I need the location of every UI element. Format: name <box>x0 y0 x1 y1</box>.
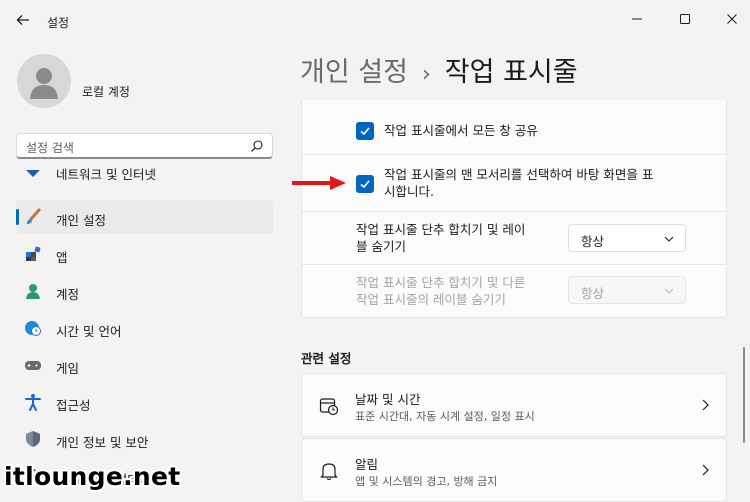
sidebar-item-label: 게임 <box>56 361 80 376</box>
search-box[interactable]: 설정 검색 <box>16 133 273 159</box>
setting-row-combine-buttons: 작업 표시줄 단추 합치기 및 레이 블 숨기기 항상 <box>302 212 727 265</box>
setting-row-share-window[interactable]: 작업 표시줄에서 모든 창 공유 <box>302 108 727 155</box>
taskbar-behaviors-card: 작업 표시줄에서 모든 창 공유 작업 표시줄의 맨 모서리를 선택하여 바탕 … <box>301 100 727 318</box>
close-icon <box>727 14 737 24</box>
dropdown-value: 항상 <box>581 234 605 249</box>
search-icon[interactable] <box>250 139 264 153</box>
sidebar-item-time-language[interactable]: 시간 및 언어 <box>16 311 273 345</box>
related-item-title: 알림 <box>355 457 379 472</box>
calendar-clock-icon <box>319 398 339 416</box>
annotation-arrow-icon <box>292 176 346 190</box>
corner-desktop-label-line1: 작업 표시줄의 맨 모서리를 선택하여 바탕 화면을 표 <box>384 167 654 182</box>
sidebar-item-label: 시간 및 언어 <box>56 324 122 339</box>
share-window-checkbox[interactable] <box>356 122 374 140</box>
sidebar-item-apps[interactable]: 앱 <box>16 237 273 271</box>
chevron-down-icon <box>664 288 674 294</box>
checkmark-icon <box>360 180 370 189</box>
user-icon <box>30 68 58 99</box>
apps-icon <box>26 246 41 261</box>
sidebar-item-label: 개인 설정 <box>56 213 106 228</box>
checkmark-icon <box>360 127 370 136</box>
sidebar-item-gaming[interactable]: 게임 <box>16 348 273 382</box>
sidebar-item-accessibility[interactable]: 접근성 <box>16 385 273 419</box>
related-settings-title: 관련 설정 <box>301 351 352 366</box>
combine-buttons-label-line1: 작업 표시줄 단추 합치기 및 레이 <box>356 222 526 237</box>
setting-row-corner-desktop[interactable]: 작업 표시줄의 맨 모서리를 선택하여 바탕 화면을 표 시합니다. <box>302 155 727 212</box>
sidebar-item-personalization[interactable]: 개인 설정 <box>16 200 273 234</box>
active-indicator <box>16 209 19 225</box>
breadcrumb-parent[interactable]: 개인 설정 <box>300 57 408 88</box>
sidebar-item-privacy[interactable]: 개인 정보 및 보안 <box>16 422 273 456</box>
brush-icon <box>27 208 41 224</box>
dropdown-value: 항상 <box>581 286 605 301</box>
sidebar-item-network[interactable]: 네트워크 및 인터넷 <box>16 166 273 188</box>
sidebar-item-accounts[interactable]: 계정 <box>16 274 273 308</box>
close-button[interactable] <box>717 8 747 30</box>
breadcrumb-separator: › <box>421 62 431 87</box>
chevron-right-icon <box>702 399 709 411</box>
maximize-button[interactable] <box>670 8 700 30</box>
sidebar-item-label: 개인 정보 및 보안 <box>56 435 149 450</box>
shield-icon <box>26 431 40 447</box>
combine-other-dropdown: 항상 <box>568 276 686 304</box>
related-item-subtitle: 표준 시간대, 자동 시계 설정, 일정 표시 <box>355 410 535 423</box>
corner-desktop-label-line2: 시합니다. <box>384 184 434 199</box>
related-item-title: 날짜 및 시간 <box>355 392 421 407</box>
minimize-button[interactable] <box>622 8 652 30</box>
combine-buttons-dropdown[interactable]: 항상 <box>568 224 686 252</box>
network-icon <box>26 170 40 177</box>
account-icon <box>26 284 40 299</box>
share-window-label: 작업 표시줄에서 모든 창 공유 <box>384 123 538 138</box>
related-notifications[interactable]: 알림 앱 및 시스템의 경고, 방해 금지 <box>301 438 727 502</box>
breadcrumb: 개인 설정 › 작업 표시줄 <box>300 50 578 89</box>
sidebar-item-label: 앱 <box>56 250 68 265</box>
sidebar-item-label: 네트워크 및 인터넷 <box>56 167 156 182</box>
maximize-icon <box>680 14 690 24</box>
setting-row-combine-other: 작업 표시줄 단추 합치기 및 다른 작업 표시줄의 레이블 숨기기 항상 <box>302 265 727 317</box>
gamepad-icon <box>25 361 41 370</box>
chevron-right-icon <box>702 464 709 476</box>
minimize-icon <box>632 18 642 20</box>
page-title: 작업 표시줄 <box>444 57 578 88</box>
combine-other-label-line2: 작업 표시줄의 레이블 숨기기 <box>356 292 506 307</box>
search-input[interactable]: 설정 검색 <box>26 139 74 156</box>
corner-desktop-checkbox[interactable] <box>356 175 374 193</box>
related-date-time[interactable]: 날짜 및 시간 표준 시간대, 자동 시계 설정, 일정 표시 <box>301 373 727 437</box>
scrollbar[interactable] <box>743 347 745 443</box>
title-bar: 설정 <box>0 0 750 40</box>
app-title: 설정 <box>47 16 70 30</box>
profile-name[interactable]: 로컬 계정 <box>82 83 130 100</box>
globe-clock-icon <box>25 321 41 336</box>
combine-buttons-label-line2: 블 숨기기 <box>356 239 406 254</box>
watermark: itlounge.net <box>4 462 181 491</box>
bell-icon <box>320 463 338 481</box>
combine-other-label-line1: 작업 표시줄 단추 합치기 및 다른 <box>356 275 526 290</box>
sidebar-nav: 네트워크 및 인터넷 개인 설정 앱 계정 시간 및 언어 게임 접근성 개인 … <box>16 166 274 501</box>
sidebar-item-label: 접근성 <box>56 398 91 413</box>
accessibility-icon <box>25 394 41 411</box>
avatar[interactable] <box>17 54 71 108</box>
chevron-down-icon <box>664 236 674 242</box>
back-arrow-icon[interactable] <box>14 11 32 29</box>
sidebar-item-label: 계정 <box>56 287 80 302</box>
related-item-subtitle: 앱 및 시스템의 경고, 방해 금지 <box>355 475 498 488</box>
